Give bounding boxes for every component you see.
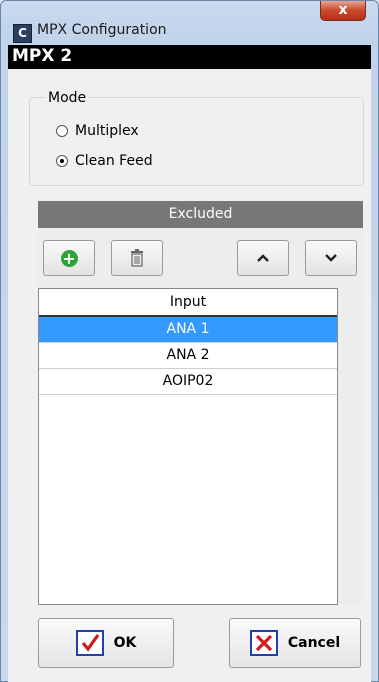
- cancel-label: Cancel: [287, 635, 341, 651]
- chevron-down-icon: [325, 254, 337, 262]
- column-header-input[interactable]: Input: [39, 289, 337, 317]
- checkmark-icon: [75, 630, 104, 656]
- radio-label-clean-feed: Clean Feed: [75, 153, 153, 169]
- radio-multiplex[interactable]: Multiplex: [56, 121, 139, 141]
- close-button[interactable]: x: [320, 1, 366, 21]
- ok-button[interactable]: OK: [38, 618, 174, 668]
- mode-legend: Mode: [45, 90, 90, 106]
- radio-button-icon[interactable]: [56, 155, 68, 167]
- mode-groupbox: [29, 97, 364, 186]
- trash-icon: [131, 249, 143, 267]
- window-title: MPX Configuration: [37, 22, 167, 38]
- x-mark-icon: [249, 630, 278, 656]
- move-up-button[interactable]: [237, 240, 289, 276]
- plus-circle-icon: +: [60, 248, 78, 268]
- cancel-button[interactable]: Cancel: [229, 618, 361, 668]
- radio-label-multiplex: Multiplex: [75, 123, 139, 139]
- excluded-panel-header: Excluded: [38, 201, 363, 228]
- list-item[interactable]: ANA 2: [39, 343, 337, 369]
- move-down-button[interactable]: [305, 240, 357, 276]
- radio-button-icon[interactable]: [56, 125, 68, 137]
- close-icon: x: [338, 2, 348, 18]
- header-bar: MPX 2: [8, 45, 371, 69]
- add-button[interactable]: +: [43, 240, 95, 276]
- app-icon: C: [13, 24, 32, 43]
- excluded-inputs-list[interactable]: Input ANA 1 ANA 2 AOIP02: [38, 288, 338, 605]
- delete-button[interactable]: [111, 240, 163, 276]
- title-bar[interactable]: C MPX Configuration x: [1, 1, 378, 43]
- list-item[interactable]: ANA 1: [39, 317, 337, 343]
- list-item[interactable]: AOIP02: [39, 369, 337, 395]
- radio-clean-feed[interactable]: Clean Feed: [56, 151, 153, 171]
- page-title: MPX 2: [12, 46, 73, 66]
- chevron-up-icon: [257, 254, 269, 262]
- ok-label: OK: [113, 635, 137, 651]
